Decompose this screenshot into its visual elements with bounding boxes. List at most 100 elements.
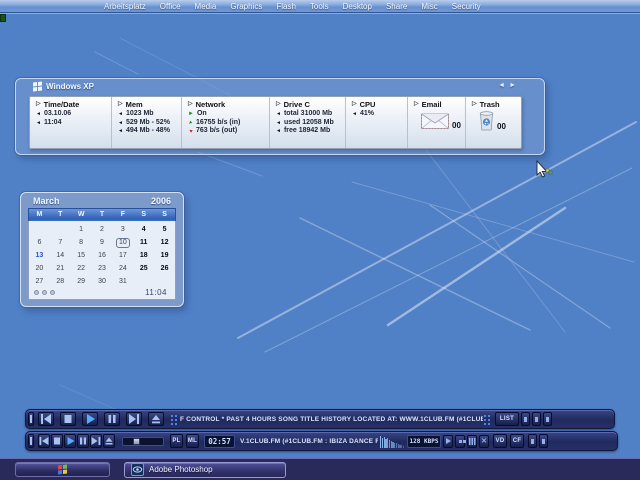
window-button-1[interactable]	[521, 412, 530, 426]
mini-crossfade-button[interactable]	[455, 435, 465, 448]
menu-item-tools[interactable]: Tools	[310, 2, 329, 11]
widget-section-network-header[interactable]: ▷Network	[188, 100, 266, 109]
calendar-nav-dot[interactable]	[34, 290, 39, 295]
expander-icon: ▷	[188, 101, 193, 108]
widget-section-drive-c-header[interactable]: ▷Drive C	[276, 100, 342, 109]
item-marker-icon: ◄	[276, 111, 281, 117]
menu-item-media[interactable]: Media	[195, 2, 217, 11]
pause-button[interactable]	[77, 434, 89, 448]
top-menubar: Arbeitsplatz Office Media Graphics Flash Tool…	[0, 0, 640, 13]
window-button-1[interactable]	[528, 434, 537, 448]
widget-item: ◄494 Mb - 48%	[118, 127, 178, 136]
panel-back-icon[interactable]: ◄	[498, 82, 505, 90]
calendar-nav-dot[interactable]	[50, 290, 55, 295]
song-history-ticker[interactable]: F CONTROL * PAST 4 HOURS SONG TITLE HIST…	[177, 416, 483, 423]
window-button-3[interactable]	[543, 412, 552, 426]
menu-item-graphics[interactable]: Graphics	[230, 2, 262, 11]
mini-play-mode-button[interactable]	[443, 435, 453, 448]
calendar-day-header: T	[92, 209, 113, 221]
menu-item-misc[interactable]: Misc	[421, 2, 437, 11]
previous-button[interactable]	[38, 434, 50, 448]
start-button[interactable]	[15, 462, 110, 477]
config-button[interactable]: CF	[510, 434, 524, 448]
previous-button[interactable]	[38, 412, 54, 426]
next-button[interactable]	[126, 412, 142, 426]
panel-nav: ◄ ►	[498, 82, 516, 90]
media-library-button[interactable]: ML	[186, 434, 199, 448]
in-marker-icon: ◄	[187, 119, 195, 127]
panel-forward-icon[interactable]: ►	[509, 82, 516, 90]
volume-slider-handle[interactable]	[133, 438, 140, 445]
eject-button[interactable]	[103, 434, 115, 448]
playlist-button[interactable]: PL	[170, 434, 183, 448]
menu-item-security[interactable]: Security	[452, 2, 481, 11]
calendar-day-17: 17	[112, 250, 133, 263]
menu-item-arbeitsplatz[interactable]: Arbeitsplatz	[104, 2, 146, 11]
panel-title: Windows XP	[46, 82, 94, 91]
play-button[interactable]	[82, 412, 98, 426]
stop-button[interactable]	[60, 412, 76, 426]
calendar-day-header: W	[71, 209, 92, 221]
mini-close-button[interactable]: ✕	[479, 435, 489, 448]
ticker-grip-icon[interactable]	[170, 414, 177, 425]
ticker-grip-icon[interactable]	[483, 414, 490, 425]
calendar-day-26: 26	[154, 263, 175, 276]
calendar-day-9: 9	[92, 237, 113, 250]
desktop: { "icons": { "expander": "▷", "marker": …	[0, 0, 640, 480]
calendar-day-header: S	[133, 209, 154, 221]
widget-section-time-date-header[interactable]: ▷Time/Date	[36, 100, 108, 109]
volume-slider[interactable]	[122, 437, 164, 446]
calendar-day-12: 12	[154, 237, 175, 250]
menu-item-share[interactable]: Share	[386, 2, 407, 11]
expander-icon: ▷	[472, 101, 477, 108]
widget-section-cpu-header[interactable]: ▷CPU	[352, 100, 404, 109]
widget-section-mem-header[interactable]: ▷Mem	[118, 100, 178, 109]
calendar-day-15: 15	[71, 250, 92, 263]
widget-section-email: ▷ Email 00	[408, 97, 466, 148]
pause-button[interactable]	[104, 412, 120, 426]
widget-section-trash-header[interactable]: ▷ Trash	[472, 100, 518, 109]
calendar-day-22: 22	[71, 263, 92, 276]
calendar-widget: March 2006 MTWTFSS 123456789101112131415…	[20, 192, 184, 307]
item-marker-icon: ◄	[36, 120, 41, 126]
eject-button[interactable]	[148, 412, 164, 426]
menu-item-office[interactable]: Office	[160, 2, 181, 11]
calendar-body: 1234567891011121314151617181920212223242…	[28, 221, 176, 300]
player-bar-main: PL ML 02:57 V.1CLUB.FM (#1CLUB.FM : IBIZ…	[25, 431, 618, 451]
calendar-day-20: 20	[29, 263, 50, 276]
power-button[interactable]	[28, 434, 34, 448]
window-button-2[interactable]	[539, 434, 548, 448]
calendar-footer: 11:04	[34, 288, 167, 297]
widget-item: ◄used 12058 Mb	[276, 119, 342, 128]
calendar-day-18: 18	[133, 250, 154, 263]
panel-sections: ▷Time/Date◄03.10.06◄11:04▷Mem◄1023 Mb◄52…	[29, 96, 522, 149]
widget-item: ◄763 b/s (out)	[188, 127, 266, 136]
menu-item-desktop[interactable]: Desktop	[343, 2, 372, 11]
email-count: 00	[452, 121, 461, 130]
panel-title-row: Windows XP	[33, 82, 94, 91]
calendar-day-headers: MTWTFSS	[28, 208, 176, 221]
menu-item-flash[interactable]: Flash	[276, 2, 296, 11]
power-button[interactable]	[28, 412, 34, 426]
list-button[interactable]: LIST	[495, 412, 519, 426]
now-playing-ticker[interactable]: V.1CLUB.FM (#1CLUB.FM : IBIZA DANCE RADI…	[238, 438, 378, 445]
next-button[interactable]	[90, 434, 102, 448]
taskbar-task-photoshop[interactable]: Adobe Photoshop	[124, 462, 286, 478]
play-button[interactable]	[64, 434, 76, 448]
calendar-day-header: T	[50, 209, 71, 221]
calendar-nav-dot[interactable]	[42, 290, 47, 295]
email-envelope-icon[interactable]	[420, 110, 450, 130]
widget-item: ◄total 31000 Mb	[276, 110, 342, 119]
calendar-day-3: 3	[112, 224, 133, 237]
calendar-day-24: 24	[112, 263, 133, 276]
widget-section-email-header[interactable]: ▷ Email	[414, 100, 462, 109]
video-button[interactable]: VD	[493, 434, 507, 448]
calendar-day-19: 19	[154, 250, 175, 263]
stop-button[interactable]	[51, 434, 63, 448]
widget-item: ◄16755 b/s (in)	[188, 119, 266, 128]
trash-bin-icon[interactable]	[478, 110, 495, 131]
mini-eq-bars-button[interactable]	[467, 435, 477, 448]
window-button-2[interactable]	[532, 412, 541, 426]
system-monitor-panel: Windows XP ◄ ► ▷Time/Date◄03.10.06◄11:04…	[15, 78, 545, 155]
spectrum-bar	[403, 446, 404, 448]
